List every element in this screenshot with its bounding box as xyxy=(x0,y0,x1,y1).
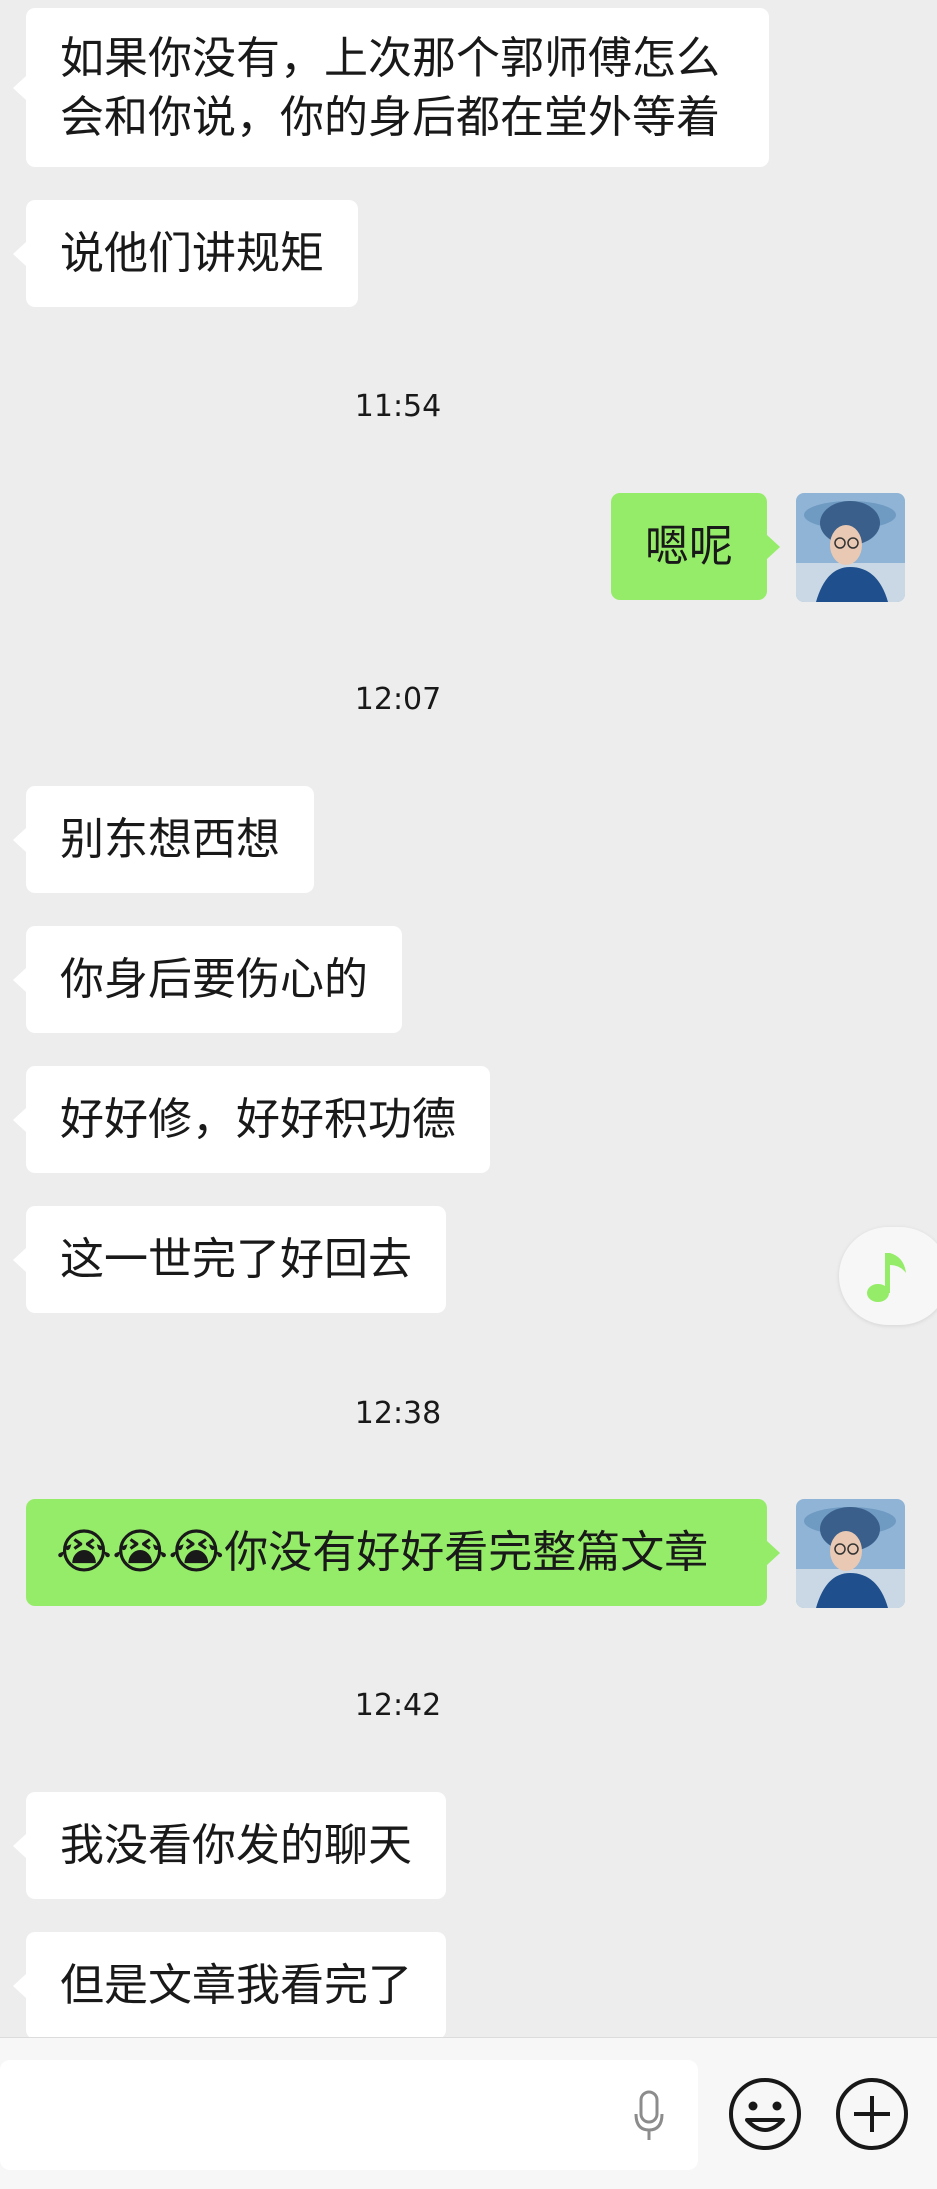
bubble-tail xyxy=(767,1540,780,1565)
avatar[interactable] xyxy=(796,1499,905,1608)
bubble-tail xyxy=(13,1107,26,1132)
timestamp: 11:54 xyxy=(354,389,442,424)
bubble-tail xyxy=(13,827,26,852)
timestamp: 12:42 xyxy=(354,1688,442,1723)
bubble-tail xyxy=(13,1973,26,1998)
chat-input-bar xyxy=(0,2037,937,2189)
message-bubble-outgoing[interactable]: 😭 😭 😭 你没有好好看完整篇文章 xyxy=(26,1499,780,1606)
timestamp: 12:07 xyxy=(354,682,442,717)
music-note-icon xyxy=(867,1253,906,1302)
microphone-icon[interactable] xyxy=(634,2090,664,2142)
bubble-tail xyxy=(13,967,26,992)
bubble-tail xyxy=(13,75,26,100)
message-text: 如果你没有，上次那个郭师傅怎么会和你说，你的身后都在堂外等着 xyxy=(60,32,720,143)
message-bubble-incoming[interactable]: 但是文章我看完了 xyxy=(13,1932,446,2039)
message-text: 但是文章我看完了 xyxy=(60,1960,412,2011)
message-bubble-incoming[interactable]: 如果你没有，上次那个郭师傅怎么会和你说，你的身后都在堂外等着 xyxy=(13,8,769,167)
avatar[interactable] xyxy=(796,493,905,602)
avatar-image xyxy=(796,1499,905,1608)
message-input[interactable] xyxy=(0,2060,698,2170)
plus-circle-icon[interactable] xyxy=(834,2076,910,2152)
bubble-tail xyxy=(767,534,780,559)
bubble-tail xyxy=(13,241,26,266)
message-text: 嗯呢 xyxy=(645,521,733,572)
floating-music-button[interactable] xyxy=(839,1227,937,1325)
avatar-image xyxy=(796,493,905,602)
message-bubble-incoming[interactable]: 好好修，好好积功德 xyxy=(13,1066,490,1173)
message-bubble-incoming[interactable]: 你身后要伤心的 xyxy=(13,926,402,1033)
emoji-crying: 😭 xyxy=(112,1524,169,1580)
message-text: 你没有好好看完整篇文章 xyxy=(224,1527,709,1578)
timestamp: 12:38 xyxy=(354,1396,442,1431)
message-text: 别东想西想 xyxy=(60,814,280,865)
smiley-icon[interactable] xyxy=(727,2076,803,2152)
message-bubble-incoming[interactable]: 这一世完了好回去 xyxy=(13,1206,446,1313)
message-bubble-incoming[interactable]: 我没看你发的聊天 xyxy=(13,1792,446,1899)
message-bubble-outgoing[interactable]: 嗯呢 xyxy=(611,493,780,600)
emoji-crying: 😭 xyxy=(56,1524,113,1580)
emoji-crying: 😭 xyxy=(168,1524,225,1580)
bubble-tail xyxy=(13,1247,26,1272)
message-text: 我没看你发的聊天 xyxy=(60,1820,412,1871)
message-text: 你身后要伤心的 xyxy=(60,954,368,1005)
message-text: 说他们讲规矩 xyxy=(60,228,324,279)
message-bubble-incoming[interactable]: 别东想西想 xyxy=(13,786,314,893)
message-text: 好好修，好好积功德 xyxy=(60,1094,456,1145)
message-bubble-incoming[interactable]: 说他们讲规矩 xyxy=(13,200,358,307)
message-text: 这一世完了好回去 xyxy=(60,1234,412,1285)
bubble-tail xyxy=(13,1833,26,1858)
